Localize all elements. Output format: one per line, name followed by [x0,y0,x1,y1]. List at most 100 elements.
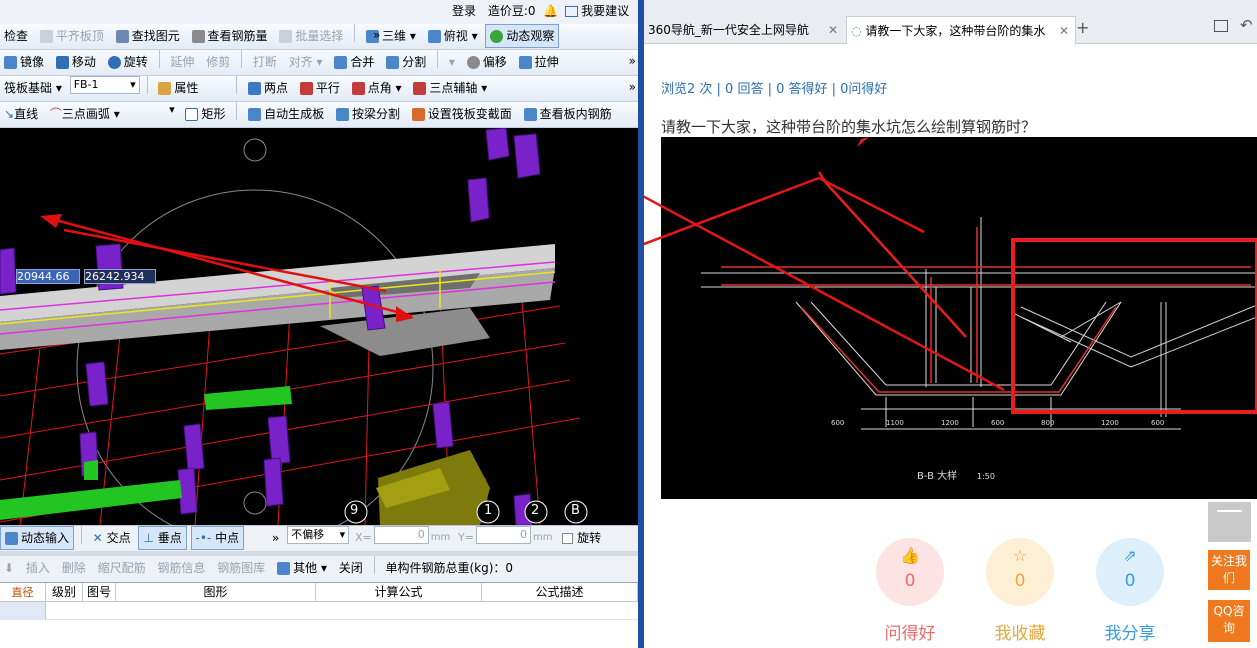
favorite-button[interactable]: ☆ 0 [986,538,1054,606]
dynamic-input-toggle[interactable]: 动态输入 [0,526,75,550]
extend-button[interactable]: 延伸 [166,50,198,74]
like-label[interactable]: 问得好 [860,619,960,644]
merge-button[interactable]: 合并 [330,50,378,74]
view-slab-rebar-button[interactable]: 查看板内钢筋 [520,102,616,126]
section-icon [411,108,425,121]
arc-icon: ⌒ [49,107,62,121]
two-points-button[interactable]: 两点 [244,76,292,100]
separator [236,102,238,120]
break-button[interactable]: 打断 [249,50,281,74]
rotate-button[interactable]: 旋转 [104,50,152,74]
share-count: 0 [1124,571,1136,591]
dynamic-observe-button[interactable]: 动态观察 [485,24,560,48]
move-button[interactable]: 移动 [52,50,100,74]
stretch-icon [518,56,532,69]
parallel-button[interactable]: 平行 [296,76,344,100]
coord-x-input[interactable]: 20944.66 [16,269,80,284]
line-button[interactable]: ↘直线 [0,102,42,126]
table-row[interactable] [46,602,638,620]
trim-button[interactable]: 修剪 [202,50,234,74]
rotate-checkbox[interactable]: 旋转 [558,526,605,550]
more-icon[interactable]: » [629,76,636,98]
orbit-handle-bottom[interactable] [243,491,267,515]
perpendicular-snap[interactable]: ⊥ 垂点 [138,526,187,550]
rect-button[interactable]: 矩形 [181,102,229,126]
dynamic-input-label: 动态输入 [21,531,70,545]
view-rebar-qty-button[interactable]: 查看钢筋量 [188,24,272,48]
offset-button[interactable]: 偏移 [463,50,511,74]
rebar-info-button[interactable]: 钢筋信息 [153,556,209,580]
follow-us-button[interactable]: 关注我们 [1208,550,1250,590]
mirror-button[interactable]: 镜像 [0,50,48,74]
view3d-dropdown[interactable]: 三维 ▾ [362,24,420,48]
parallel-label: 平行 [315,81,340,95]
share-label[interactable]: 我分享 [1080,619,1180,644]
y-input[interactable]: 0 [475,526,531,544]
category-dropdown[interactable]: 筏板基础 ▾ [0,76,66,100]
down-icon[interactable]: ⬇ [0,556,18,580]
more-icon[interactable]: » [629,50,636,72]
coord-y-input[interactable]: 26242.934 [84,269,156,284]
share-icon: ⇗ [1123,546,1137,565]
midpoint-snap[interactable]: -•- 中点 [190,526,245,550]
intersection-snap[interactable]: ✕ 交点 [89,526,135,550]
col-formula-desc[interactable]: 公式描述 [482,583,638,602]
close-button[interactable]: 关闭 [335,556,367,580]
offset-mode-value: 不偏移 [291,528,325,541]
3d-viewport[interactable]: 9 1 2 B 20944.66 26242.934 [0,128,638,525]
component-value: FB-1 [73,78,99,91]
offset-mode-select[interactable]: 不偏移 ▾ [287,526,350,544]
split-button[interactable]: 分割 [382,50,430,74]
delete-button[interactable]: 删除 [58,556,90,580]
col-diameter[interactable]: 直径(mm) [0,583,46,618]
table-row[interactable] [0,602,46,620]
perpendicular-label: 垂点 [157,531,182,545]
component-select[interactable]: FB-1 ▾ [69,76,140,94]
green-beam-2 [0,480,182,520]
favorite-label[interactable]: 我收藏 [970,619,1070,644]
favorite-count: 0 [1014,571,1026,591]
stretch-button[interactable]: 拉伸 [515,50,563,74]
like-button[interactable]: 👍 0 [876,538,944,606]
axis-label-b: B [571,503,580,518]
flush-slab-top-button[interactable]: 平齐板顶 [36,24,108,48]
batch-select-label: 批量选择 [295,29,344,43]
more-icon[interactable]: » [268,526,283,550]
suggest-link[interactable]: 我要建议 [562,4,629,18]
batch-select-button[interactable]: 批量选择 [275,24,347,48]
back-to-top-button[interactable] [1208,502,1251,542]
col-formula[interactable]: 计算公式 [316,583,482,602]
scale-rebar-button[interactable]: 缩尺配筋 [94,556,150,580]
arc-dropdown[interactable]: ⌒三点画弧 ▾ [46,102,124,126]
x-unit: mm [430,532,451,543]
properties-button[interactable]: 属性 [154,76,202,100]
orbit-handle-top[interactable] [243,138,267,162]
check-button[interactable]: 检查 [0,24,32,48]
three-point-axis-button[interactable]: 三点辅轴 ▾ [409,76,491,100]
split-by-beam-button[interactable]: 按梁分割 [332,102,404,126]
insert-button[interactable]: 插入 [22,556,54,580]
top-view-dropdown[interactable]: 俯视 ▾ [424,24,482,48]
auto-generate-slab-button[interactable]: 自动生成板 [244,102,328,126]
login-link[interactable]: 登录 [452,4,476,18]
rebar-info-label: 钢筋信息 [157,561,206,575]
binoculars-icon [115,30,129,43]
qq-consult-button[interactable]: QQ咨询 [1208,600,1250,642]
find-element-button[interactable]: 查找图元 [112,24,184,48]
col-shape[interactable]: 图形 [116,583,316,602]
align-dropdown[interactable]: ▾ [445,50,459,74]
share-button[interactable]: ⇗ 0 [1096,538,1164,606]
x-input[interactable]: 0 [373,526,429,544]
suggest-label: 我要建议 [581,4,630,18]
more-icon[interactable]: » [373,24,380,46]
col-grade[interactable]: 级别 [46,583,83,602]
checkbox-icon [562,533,574,544]
align-button[interactable]: 对齐 ▾ [285,50,327,74]
point-angle-button[interactable]: 点角 ▾ [348,76,406,100]
rebar-library-button[interactable]: 钢筋图库 [213,556,269,580]
bell-icon[interactable]: 🔔 [543,4,558,18]
arc-mode-select[interactable]: ▾ [128,102,178,120]
set-raft-section-button[interactable]: 设置筏板变截面 [408,102,516,126]
other-dropdown[interactable]: 其他 ▾ [273,556,331,580]
col-shape-no[interactable]: 图号 [83,583,116,602]
